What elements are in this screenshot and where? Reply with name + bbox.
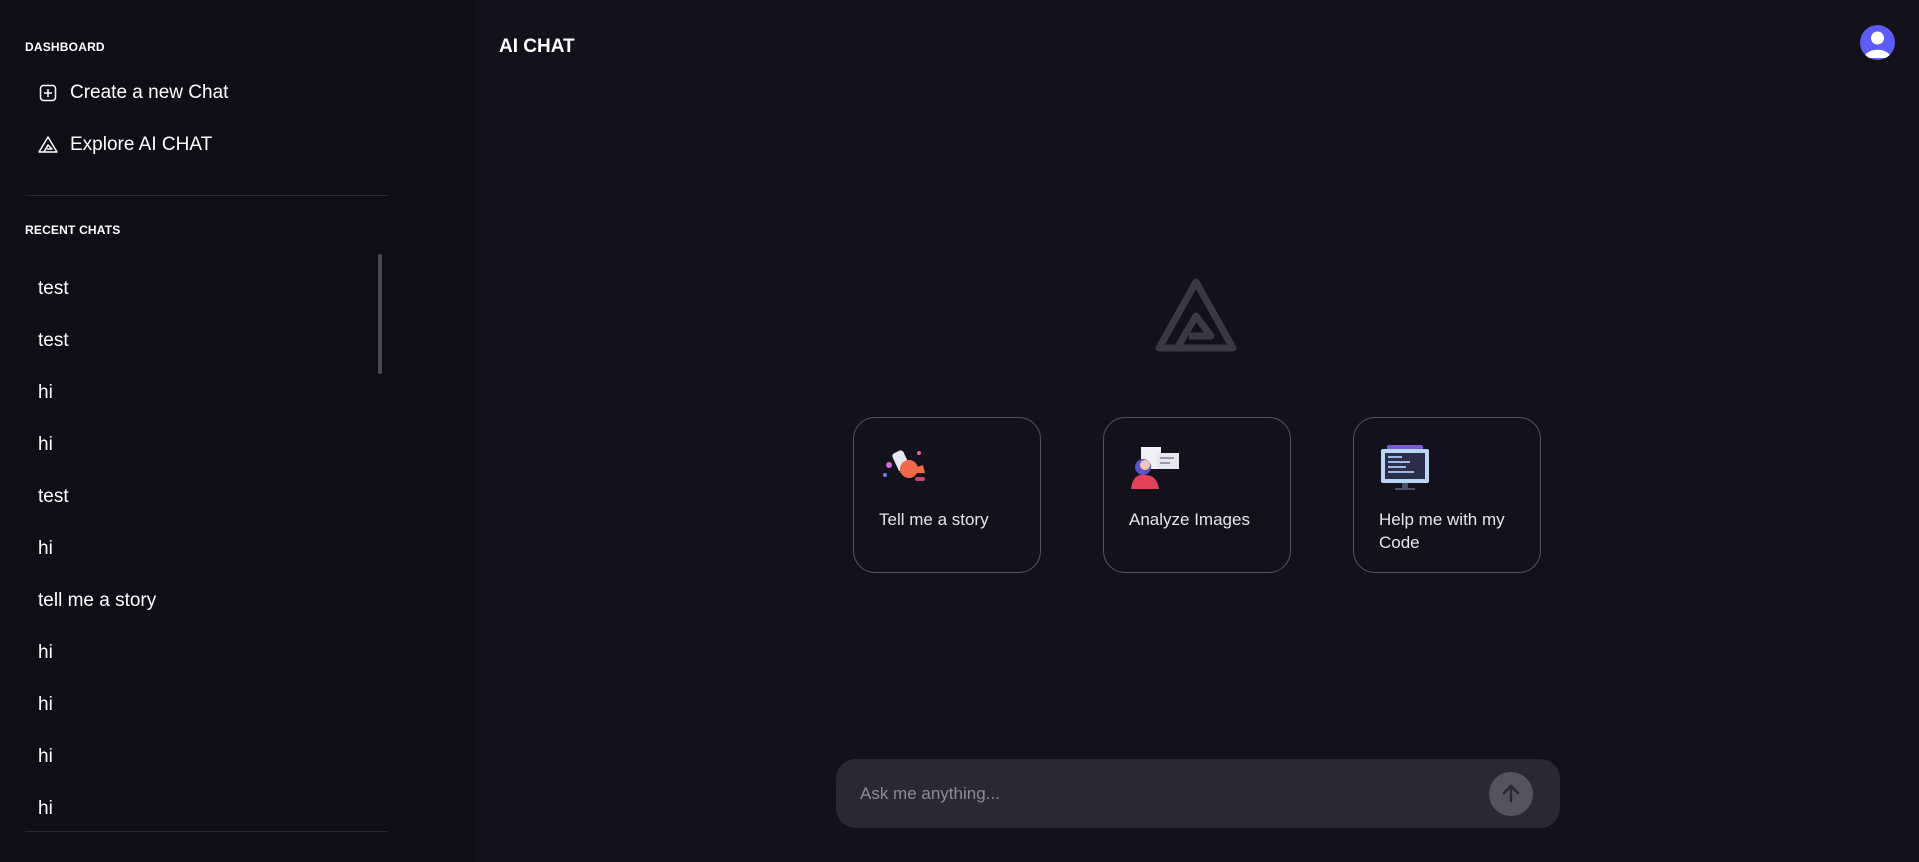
send-button[interactable] (1489, 772, 1533, 816)
triangle-logo-icon (38, 135, 58, 155)
page-title: AI CHAT (499, 36, 575, 57)
suggestion-card-analyze-images[interactable]: Analyze Images (1103, 417, 1291, 573)
recent-chat-item[interactable]: tell me a story (38, 575, 368, 627)
recent-chat-item[interactable]: test (38, 315, 368, 367)
suggestion-card-code[interactable]: Help me with my Code (1353, 417, 1541, 573)
arrow-up-icon (1500, 783, 1522, 805)
triangle-logo-icon (1155, 278, 1237, 352)
plus-square-icon (38, 83, 58, 103)
recent-chat-item[interactable]: hi (38, 523, 368, 575)
recent-chat-item[interactable]: hi (38, 679, 368, 731)
image-analysis-illustration-icon (1129, 443, 1181, 491)
code-illustration-icon (1379, 443, 1431, 491)
sidebar-divider (25, 195, 387, 196)
recent-chat-item[interactable]: test (38, 471, 368, 523)
recent-chat-item[interactable]: hi (38, 367, 368, 419)
recent-chats-list: test test hi hi test hi tell me a story … (38, 263, 368, 835)
dashboard-label: DASHBOARD (25, 40, 105, 54)
recent-chat-item[interactable]: hi (38, 419, 368, 471)
recent-chat-item[interactable]: hi (38, 783, 368, 835)
recent-chats-label: RECENT CHATS (25, 223, 121, 237)
recent-chat-item[interactable]: test (38, 263, 368, 315)
chat-input[interactable] (860, 781, 1460, 807)
create-new-chat-label: Create a new Chat (70, 82, 229, 103)
recent-chat-item[interactable]: hi (38, 627, 368, 679)
suggestion-card-label: Analyze Images (1129, 510, 1250, 529)
suggestion-card-story[interactable]: Tell me a story (853, 417, 1041, 573)
suggestion-card-label: Tell me a story (879, 510, 989, 529)
user-avatar-icon[interactable] (1860, 25, 1895, 60)
sidebar: DASHBOARD Create a new Chat Explore AI C… (0, 0, 474, 862)
explore-ai-chat-label: Explore AI CHAT (70, 134, 213, 155)
chat-input-bar (836, 759, 1560, 828)
suggestion-card-label: Help me with my Code (1379, 510, 1505, 552)
explore-ai-chat-button[interactable]: Explore AI CHAT (38, 134, 212, 156)
sidebar-divider (25, 831, 387, 832)
story-illustration-icon (879, 443, 931, 491)
recent-chat-item[interactable]: hi (38, 731, 368, 783)
recent-chats-scrollbar[interactable] (378, 254, 382, 374)
create-new-chat-button[interactable]: Create a new Chat (38, 82, 228, 104)
